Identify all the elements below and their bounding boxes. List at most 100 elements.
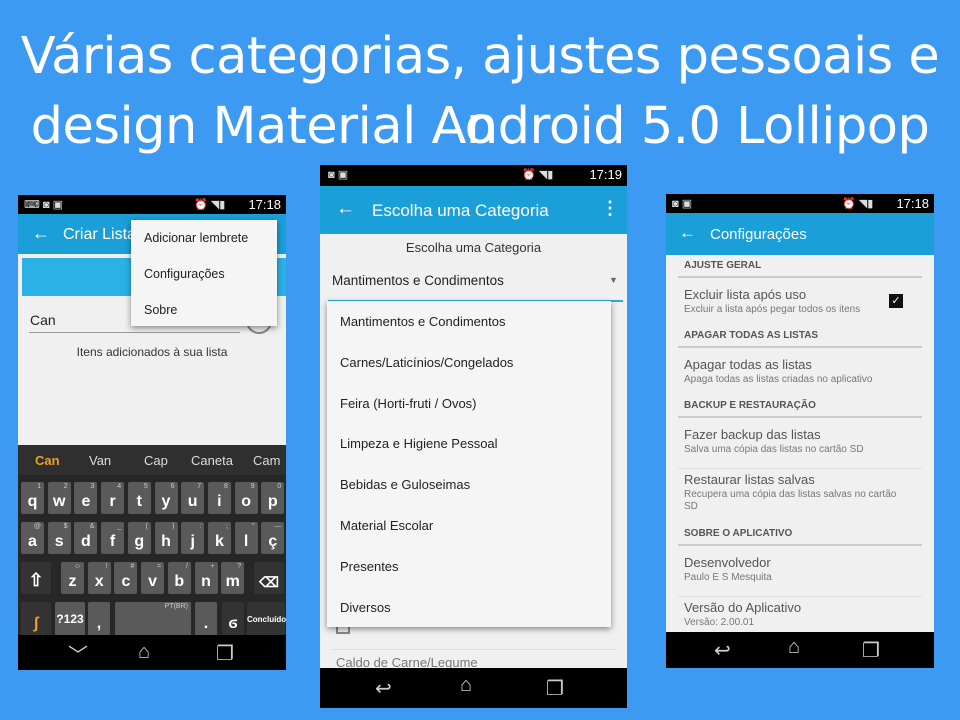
status-bar: ⌨ ◙ ▣ ⏰ ◥▮ 17:18 (18, 195, 286, 214)
overflow-menu: Adicionar lembrete Configurações Sobre (131, 220, 277, 326)
nav-bar: ↩ ⌂ ❐ (320, 668, 627, 708)
menu-item-settings[interactable]: Configurações (144, 267, 225, 281)
item-input[interactable]: Can (30, 312, 56, 328)
dropdown-option[interactable]: Mantimentos e Condimentos (340, 314, 505, 329)
key[interactable]: 5t (127, 482, 151, 514)
arrow-left-icon[interactable]: ← (32, 223, 50, 244)
shift-key[interactable]: ⇧ (21, 562, 51, 594)
divider (332, 649, 615, 650)
app-bar-title: Configurações (710, 226, 807, 243)
alarm-wifi-signal-battery-icon: ⏰ ◥▮ (522, 169, 554, 181)
key[interactable]: $ s (47, 522, 71, 554)
setting-item[interactable]: Restaurar listas salvas (684, 472, 815, 487)
done-key[interactable]: Concluído (247, 602, 286, 636)
section-header: BACKUP E RESTAURAÇÃO (684, 400, 816, 411)
alarm-wifi-signal-battery-icon: ⏰ ◥▮ (194, 199, 226, 211)
period-key[interactable]: . (195, 602, 217, 636)
backspace-key[interactable]: ⌫ (254, 562, 284, 594)
back-icon[interactable]: ↩ (375, 676, 392, 701)
key[interactable]: :j (181, 522, 205, 554)
key[interactable]: # c (114, 562, 138, 594)
suggestion[interactable]: Van (89, 453, 111, 468)
home-icon[interactable]: ⌂ (138, 641, 150, 664)
dropdown-option[interactable]: Diversos (340, 600, 391, 615)
more-vert-icon[interactable]: ⋮ (601, 198, 619, 219)
dropdown-option[interactable]: Bebidas e Guloseimas (340, 477, 470, 492)
home-icon[interactable]: ⌂ (460, 674, 472, 697)
key[interactable]: 7u (181, 482, 205, 514)
status-bar: ◙ ▣ ⏰ ◥▮ 17:18 (666, 194, 934, 213)
arrow-left-icon[interactable]: ← (336, 198, 355, 220)
swype-icon[interactable]: ʃ (21, 602, 51, 636)
camera-icon: ◙ ▣ (672, 198, 693, 210)
dropdown-option[interactable]: Presentes (340, 559, 399, 574)
key[interactable]: 2w (47, 482, 71, 514)
recents-icon[interactable]: ❐ (216, 641, 234, 666)
app-bar: ← Configurações (666, 213, 934, 255)
key[interactable]: 9o (234, 482, 258, 514)
menu-item-about[interactable]: Sobre (144, 303, 177, 317)
checkbox-checked[interactable]: ✓ (889, 294, 903, 308)
heading: Escolha uma Categoria (405, 240, 542, 255)
setting-item[interactable]: Desenvolvedor (684, 555, 771, 570)
suggestion[interactable]: Cap (144, 453, 168, 468)
key[interactable]: ☺ z (61, 562, 84, 594)
suggestion[interactable]: Can (35, 453, 60, 468)
setting-subtitle: Excluir a lista após pegar todos os iten… (684, 304, 861, 315)
setting-subtitle: Versão: 2.00.01 (684, 617, 755, 628)
menu-item-reminder[interactable]: Adicionar lembrete (144, 231, 248, 245)
key[interactable]: ) h (154, 522, 178, 554)
setting-item[interactable]: Fazer backup das listas (684, 427, 821, 442)
suggestion-strip: Can Van Cap Caneta Cam (18, 445, 286, 475)
recents-icon[interactable]: ❐ (862, 638, 880, 663)
dropdown-option[interactable]: Material Escolar (340, 518, 433, 533)
setting-item[interactable]: Apagar todas as listas (684, 357, 812, 372)
key[interactable]: @ a (21, 522, 44, 554)
alarm-wifi-signal-battery-icon: ⏰ ◥▮ (842, 198, 874, 210)
dropdown-option[interactable]: Limpeza e Higiene Pessoal (340, 436, 498, 451)
setting-item[interactable]: Excluir lista após uso (684, 287, 806, 302)
key[interactable]: ! x (87, 562, 111, 594)
home-icon[interactable]: ⌂ (788, 636, 800, 659)
category-spinner[interactable]: Mantimentos e Condimentos (332, 273, 504, 288)
dragon-mic-icon[interactable]: ϭ (222, 602, 244, 636)
dropdown-option[interactable]: Carnes/Laticínios/Congelados (340, 355, 513, 370)
section-header: SOBRE O APLICATIVO (684, 528, 793, 539)
suggestion[interactable]: Cam (253, 453, 280, 468)
back-icon[interactable]: ↩ (714, 638, 731, 663)
status-bar: ◙ ▣ ⏰ ◥▮ 17:19 (320, 165, 627, 186)
key[interactable]: " l (234, 522, 258, 554)
suggestion[interactable]: Caneta (191, 453, 233, 468)
section-divider (678, 346, 922, 348)
key[interactable]: 6y (154, 482, 178, 514)
key[interactable]: + n (194, 562, 218, 594)
nav-bar: ﹀ ⌂ ❐ (18, 635, 286, 670)
key[interactable]: — ç (261, 522, 285, 554)
section-header: AJUSTE GERAL (684, 260, 762, 271)
key[interactable]: ? m (221, 562, 245, 594)
key[interactable]: ; k (207, 522, 231, 554)
symbols-key[interactable]: ?123 (55, 602, 85, 636)
setting-subtitle: Recupera uma cópia das listas salvas no … (684, 489, 897, 512)
key[interactable]: 3e (74, 482, 98, 514)
arrow-left-icon[interactable]: ← (679, 223, 696, 243)
key[interactable]: (g (127, 522, 151, 554)
key[interactable]: & d (74, 522, 98, 554)
key[interactable]: 0p (261, 482, 285, 514)
hide-keyboard-icon[interactable]: ﹀ (68, 639, 88, 668)
comma-key[interactable]: , (88, 602, 110, 636)
key[interactable]: 4r (101, 482, 125, 514)
app-bar: ← Escolha uma Categoria ⋮ (320, 186, 627, 234)
key[interactable]: 8i (207, 482, 231, 514)
section-divider (678, 544, 922, 546)
space-key[interactable]: PT(BR) (115, 602, 191, 636)
key[interactable]: / b (167, 562, 191, 594)
recents-icon[interactable]: ❐ (546, 676, 564, 701)
key[interactable]: 1q (21, 482, 44, 514)
divider (678, 596, 922, 597)
setting-item[interactable]: Versão do Aplicativo (684, 600, 801, 615)
key[interactable]: _ f (101, 522, 125, 554)
key[interactable]: = v (141, 562, 165, 594)
dropdown-option[interactable]: Feira (Horti-fruti / Ovos) (340, 396, 477, 411)
dropdown-arrow-icon[interactable]: ▼ (609, 275, 618, 285)
